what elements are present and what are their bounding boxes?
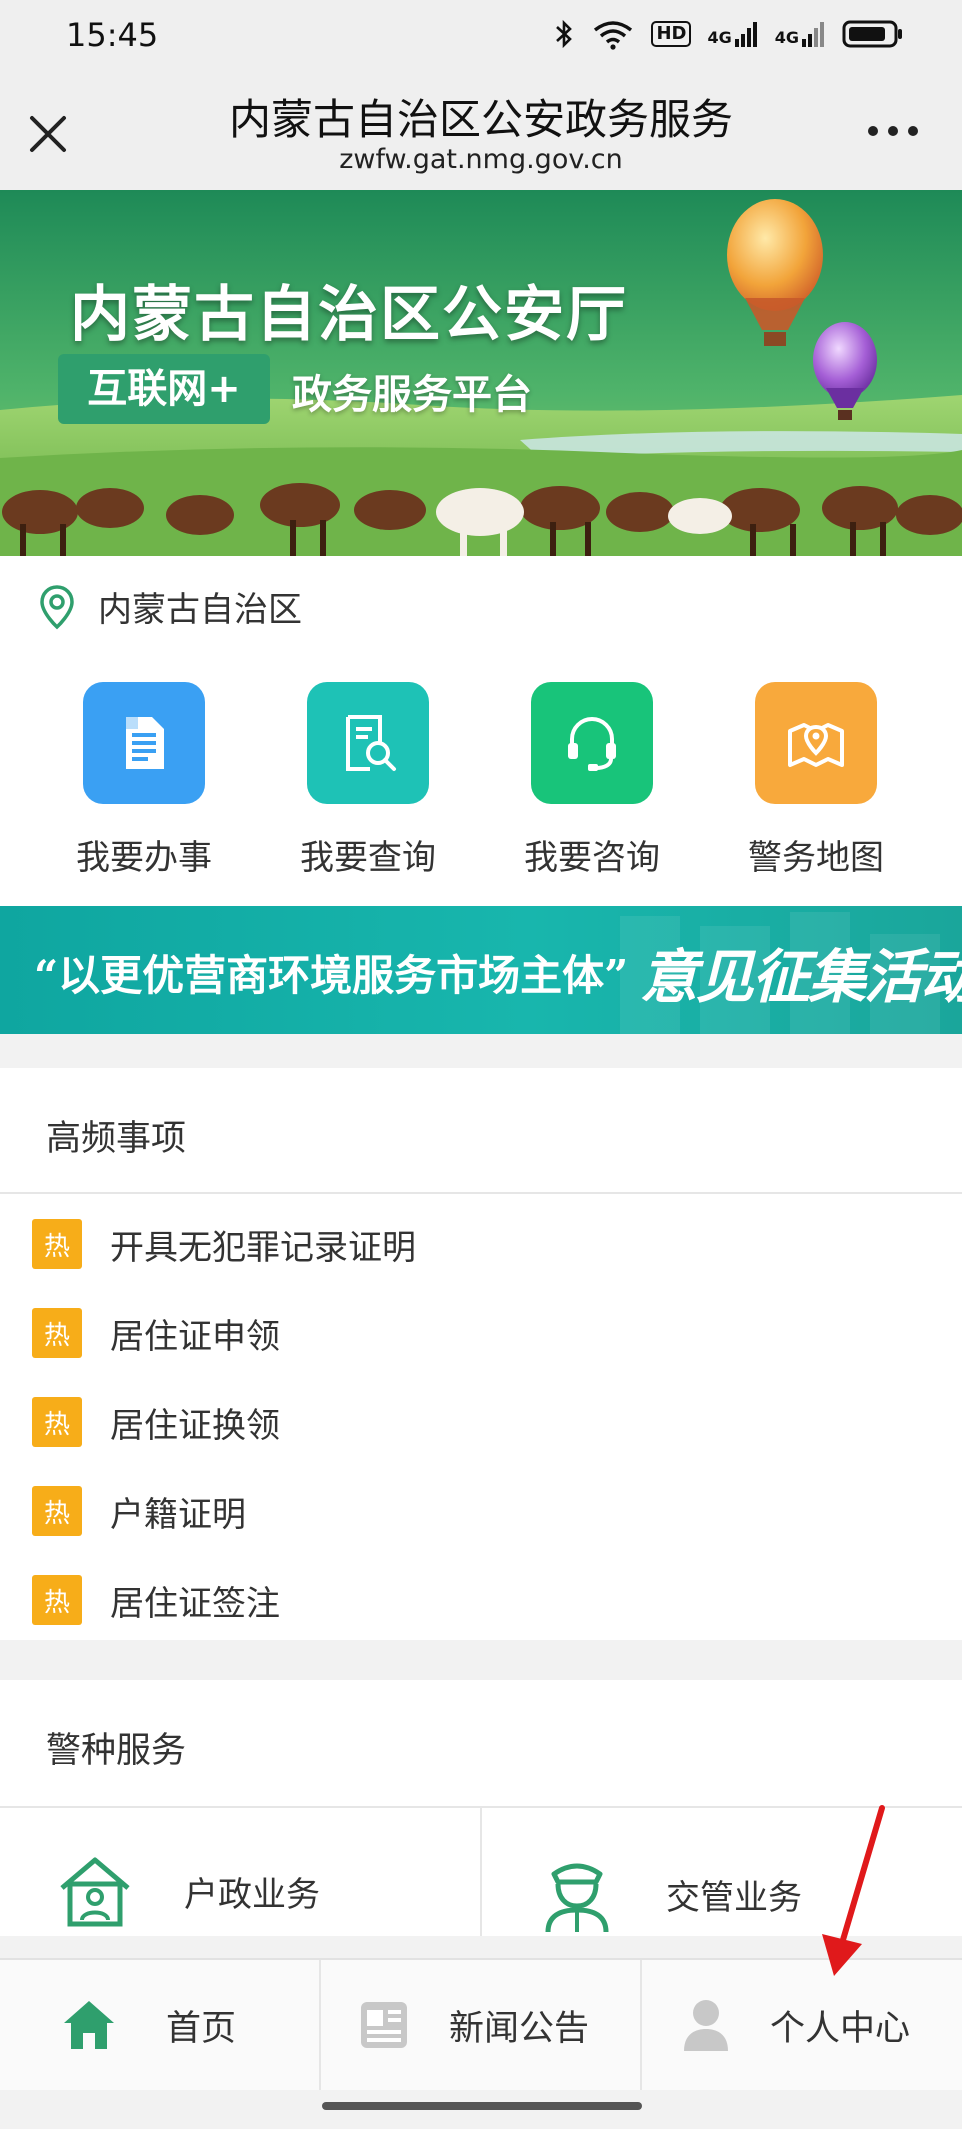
nav-home[interactable]: 首页 [0,1960,320,2090]
section-title: 警种服务 [46,1731,187,1771]
quick-action-consult[interactable]: 我要咨询 [502,682,682,879]
banner-subtitle: 政务服务平台 [292,372,532,418]
list-item-label: 居住证签注 [110,1583,280,1624]
service-traffic[interactable]: 交管业务 [538,1854,802,1934]
location-selector[interactable]: 内蒙古自治区 [38,582,302,631]
quick-action-police-map[interactable]: 警务地图 [726,682,906,879]
search-document-icon [307,682,429,804]
high-frequency-section: 高频事项 热 开具无犯罪记录证明 热 居住证申领 热 居住证换领 热 户籍证明 … [0,1068,962,1640]
status-bar: 15:45 HD 4G 4G [0,0,962,72]
service-label: 户政业务 [184,1874,320,1915]
nav-news[interactable]: 新闻公告 [321,1960,641,2090]
list-item[interactable]: 热 居住证签注 [32,1570,280,1630]
signal-1-icon: 4G [707,21,758,47]
hero-banner[interactable]: 内蒙古自治区公安厅 互联网+ 政务服务平台 [0,190,962,556]
list-item[interactable]: 热 居住证申领 [32,1303,280,1363]
location-pin-icon [40,584,74,629]
quick-action-handle-affairs[interactable]: 我要办事 [54,682,234,879]
status-time: 15:45 [66,16,159,54]
section-title: 高频事项 [46,1119,187,1159]
hot-badge: 热 [32,1486,82,1536]
annotation-arrow-icon [822,1805,885,1976]
divider [480,1808,482,1936]
home-indicator[interactable] [322,2102,642,2110]
page-url: zwfw.gat.nmg.gov.cn [339,144,623,175]
list-item-label: 开具无犯罪记录证明 [110,1227,416,1268]
hot-badge: 热 [32,1308,82,1358]
service-label: 交管业务 [666,1877,802,1918]
promo-text: “以更优营商环境服务市场主体” [34,951,629,1000]
hot-badge: 热 [32,1397,82,1447]
list-item-label: 户籍证明 [110,1494,246,1535]
status-icons: HD 4G 4G [553,18,904,50]
nav-label: 首页 [166,2008,237,2049]
map-icon [755,682,877,804]
promo-banner[interactable]: “以更优营商环境服务市场主体” 意见征集活动 [0,906,962,1034]
quick-actions-section: 内蒙古自治区 我要办事 我要查询 我要咨询 警务地图 [0,556,962,906]
quick-action-label: 我要咨询 [524,838,660,878]
quick-action-label: 我要办事 [76,838,212,878]
hot-badge: 热 [32,1575,82,1625]
page-title: 内蒙古自治区公安政务服务 [228,95,733,144]
nav-label: 个人中心 [770,2008,911,2049]
nav-label: 新闻公告 [449,2008,590,2049]
hot-badge: 热 [32,1219,82,1269]
divider [0,1192,962,1194]
bluetooth-icon [556,19,573,49]
battery-icon [842,20,902,48]
list-item-label: 居住证申领 [110,1316,280,1357]
quick-action-query[interactable]: 我要查询 [278,682,458,879]
more-dots-icon[interactable] [868,124,918,138]
list-item[interactable]: 热 开具无犯罪记录证明 [32,1214,416,1274]
banner-badge: 互联网+ [58,354,270,424]
list-item-label: 居住证换领 [110,1405,280,1446]
quick-action-label: 我要查询 [300,838,436,878]
headset-icon [531,682,653,804]
title-bar: 内蒙古自治区公安政务服务 zwfw.gat.nmg.gov.cn [0,72,962,190]
household-icon [60,1857,130,1927]
list-item[interactable]: 热 居住证换领 [32,1392,280,1452]
quick-action-label: 警务地图 [748,838,884,878]
home-icon [64,2001,114,2049]
list-item[interactable]: 热 户籍证明 [32,1481,246,1541]
location-text: 内蒙古自治区 [98,590,302,630]
document-icon [83,682,205,804]
wifi-icon [594,21,633,50]
signal-1-label: 4G [707,28,732,47]
signal-2-icon: 4G [775,21,826,47]
service-household[interactable]: 户政业务 [56,1854,320,1928]
signal-2-label: 4G [774,28,799,47]
user-icon [684,2000,728,2051]
hd-badge: HD [651,21,692,47]
promo-script-text: 意见征集活动 [640,943,962,1011]
news-icon [361,2002,407,2048]
banner-title: 内蒙古自治区公安厅 [70,280,628,350]
traffic-police-icon [545,1863,609,1933]
